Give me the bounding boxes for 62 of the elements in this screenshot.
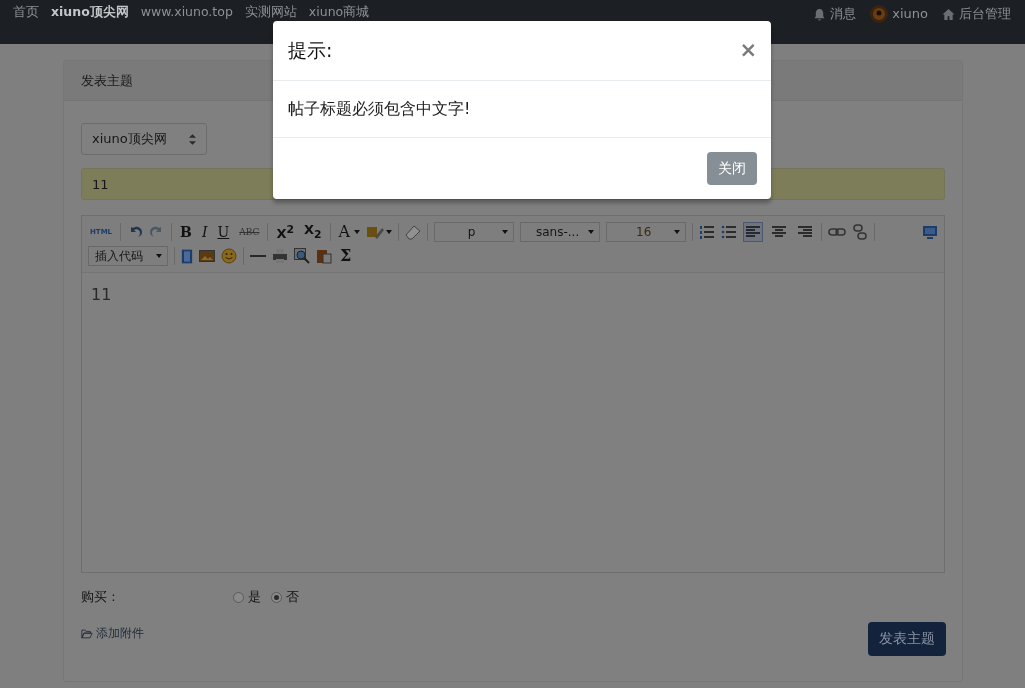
align-left-icon — [745, 225, 762, 239]
close-button[interactable]: × — [739, 40, 757, 61]
printer-icon[interactable] — [272, 248, 288, 264]
radio-label: 是 — [248, 588, 261, 606]
formula-button[interactable]: Σ — [338, 247, 354, 265]
nav-link[interactable]: 首页 — [13, 5, 39, 19]
home-icon — [942, 7, 955, 21]
align-button[interactable] — [743, 222, 764, 242]
image-icon[interactable] — [199, 250, 215, 262]
eraser-icon[interactable] — [405, 224, 422, 240]
nav-link[interactable]: xiuno商城 — [308, 5, 370, 19]
close-dialog-button[interactable]: 关闭 — [707, 152, 757, 185]
numbered-list-icon[interactable] — [699, 224, 716, 240]
align-center-icon — [771, 225, 788, 239]
nav-link[interactable]: www.xiuno.top — [140, 5, 233, 19]
format-button[interactable]: B — [178, 223, 194, 241]
format-button[interactable]: ABC — [237, 223, 262, 241]
script-button[interactable]: X$_{2}$ — [302, 220, 324, 244]
horizontal-rule-icon[interactable] — [250, 254, 266, 258]
caret-icon — [502, 230, 509, 234]
card-title: 发表主题 — [81, 71, 133, 90]
format-button[interactable]: I — [199, 223, 210, 241]
font-size-select[interactable]: 16 — [606, 222, 687, 242]
radio-label: 否 — [286, 588, 299, 606]
radio-button[interactable] — [233, 591, 244, 603]
unlink-icon[interactable] — [852, 224, 869, 240]
caret-icon — [156, 254, 162, 258]
font-color-button[interactable]: A — [336, 223, 353, 241]
dialog-title: 提示: — [288, 37, 333, 63]
smiley-icon[interactable] — [221, 248, 237, 264]
bullet-list-icon[interactable] — [721, 224, 738, 240]
format-button[interactable]: U — [215, 223, 232, 241]
admin-link[interactable]: 后台管理 — [942, 5, 1011, 23]
font-family-select[interactable]: sans-... — [520, 222, 601, 242]
purchase-label: 购买 : — [81, 588, 117, 606]
folder-icon — [81, 628, 93, 639]
category-select[interactable]: xiuno顶尖网 — [81, 123, 207, 155]
caret-icon — [386, 230, 393, 234]
caret-icon — [588, 230, 595, 234]
insert-code-select[interactable]: 插入代码 — [88, 246, 168, 266]
caret-icon — [674, 230, 681, 234]
clipboard-icon[interactable] — [316, 248, 332, 264]
align-right-icon — [797, 225, 814, 239]
script-button[interactable]: X$^{2}$ — [274, 220, 296, 244]
magnifier-icon[interactable] — [294, 248, 310, 264]
editor-text: 11 — [91, 285, 112, 304]
paragraph-select[interactable]: p — [434, 222, 515, 242]
add-attachment-link[interactable]: 添加附件 — [81, 625, 144, 642]
monitor-icon[interactable] — [922, 224, 938, 240]
messages-link[interactable]: 消息 — [813, 5, 857, 23]
highlighter-icon[interactable] — [366, 224, 385, 240]
radio-button[interactable] — [271, 591, 282, 603]
user-link[interactable]: xiuno — [870, 5, 928, 23]
updown-icon — [188, 133, 196, 145]
nav-link[interactable]: 实测网站 — [244, 5, 297, 19]
dialog-message: 帖子标题必须包含中文字! — [288, 98, 471, 120]
submit-button[interactable]: 发表主题 — [868, 622, 946, 656]
nav-link[interactable]: xiuno顶尖网 — [51, 5, 129, 19]
bell-icon — [813, 7, 827, 21]
caret-icon — [354, 230, 361, 234]
avatar-icon — [870, 5, 889, 23]
link-icon[interactable] — [828, 227, 847, 237]
